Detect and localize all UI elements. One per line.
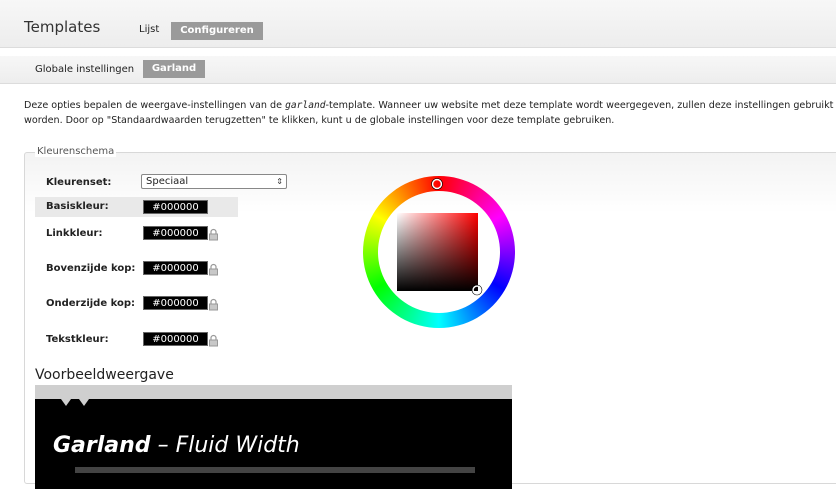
color-wheel-picker[interactable] <box>363 176 515 328</box>
preview-tab-markers-icon <box>61 399 89 406</box>
lock-icon[interactable] <box>208 228 219 241</box>
color-scheme-legend: Kleurenschema <box>35 146 117 157</box>
header-bar <box>0 0 836 48</box>
page-title: Templates <box>24 18 101 36</box>
preview-nav-bar <box>75 467 475 473</box>
header-bottom-label: Onderzijde kop: <box>46 298 135 309</box>
lock-icon[interactable] <box>208 298 219 311</box>
description-part1: Deze opties bepalen de weergave-instelli… <box>24 100 286 111</box>
description-theme-name: garland <box>285 100 326 111</box>
brightness-overlay <box>397 213 478 291</box>
subtab-garland[interactable]: Garland <box>143 60 205 78</box>
description-text: Deze opties bepalen de weergave-instelli… <box>24 98 836 128</box>
select-arrows-icon: ⇕ <box>276 177 283 186</box>
header-top-color-field[interactable]: #000000 <box>143 261 208 275</box>
color-set-label: Kleurenset: <box>46 177 112 188</box>
base-color-field[interactable]: #000000 <box>143 200 208 214</box>
lock-icon[interactable] <box>208 334 219 347</box>
lock-icon[interactable] <box>208 263 219 276</box>
text-color-field[interactable]: #000000 <box>143 332 208 346</box>
preview-box: Garland – Fluid Width <box>35 399 512 489</box>
preview-site-name: Garland <box>53 433 151 458</box>
header-top-label: Bovenzijde kop: <box>46 263 136 274</box>
preview-slogan: Fluid Width <box>175 433 300 458</box>
color-set-value: Speciaal <box>146 176 189 187</box>
preview-site-heading: Garland – Fluid Width <box>53 433 300 458</box>
text-color-label: Tekstkleur: <box>46 334 109 345</box>
subtab-globale-instellingen[interactable]: Globale instellingen <box>35 64 134 75</box>
link-color-label: Linkkleur: <box>46 228 103 239</box>
preview-separator: – <box>157 433 169 458</box>
color-set-select[interactable]: Speciaal ⇕ <box>141 174 287 189</box>
tab-configureren[interactable]: Configureren <box>171 22 263 40</box>
header-bottom-color-field[interactable]: #000000 <box>143 296 208 310</box>
preview-title: Voorbeeldweergave <box>35 367 174 383</box>
base-color-label: Basiskleur: <box>46 201 109 212</box>
link-color-field[interactable]: #000000 <box>143 226 208 240</box>
preview-top-strip <box>35 385 512 399</box>
tab-lijst[interactable]: Lijst <box>139 24 159 35</box>
